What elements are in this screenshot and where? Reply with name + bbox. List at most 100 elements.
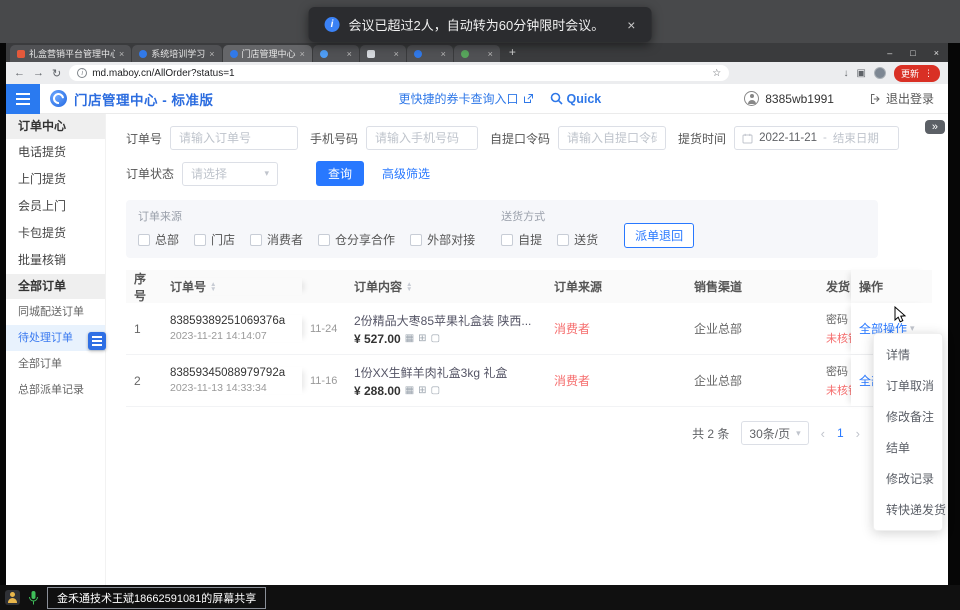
coupon-query-entry-link[interactable]: 更快捷的券卡查询入口 xyxy=(399,90,534,107)
bookmark-star-icon[interactable]: ☆ xyxy=(712,68,721,79)
menu-item-details[interactable]: 详情 xyxy=(874,339,942,370)
order-no-input[interactable] xyxy=(170,126,298,150)
total-count: 共 2 条 xyxy=(692,425,729,442)
tab-close-icon[interactable]: × xyxy=(488,49,493,59)
order-status-select[interactable]: 请选择 ▾ xyxy=(182,162,278,186)
reload-icon[interactable]: ↻ xyxy=(52,67,61,80)
cell-index: 2 xyxy=(126,374,162,388)
sidebar-item-phone-pickup[interactable]: 电话提货 xyxy=(6,139,105,166)
tab-close-icon[interactable]: × xyxy=(347,49,352,59)
sidebar-item-batch-verify[interactable]: 批量核销 xyxy=(6,247,105,274)
sidebar-collapse-toggle[interactable] xyxy=(88,332,106,350)
checkbox-delivery[interactable]: 送货 xyxy=(557,231,598,248)
sidebar-section-order-center: 订单中心 xyxy=(6,114,105,139)
menu-item-edit-remark[interactable]: 修改备注 xyxy=(874,401,942,432)
checkbox-external[interactable]: 外部对接 xyxy=(410,231,475,248)
checkbox-icon[interactable] xyxy=(138,234,150,246)
checkbox-self-pickup[interactable]: 自提 xyxy=(501,231,542,248)
verify-status: 未核销 xyxy=(826,382,851,398)
menu-item-close-order[interactable]: 结单 xyxy=(874,432,942,463)
toast-close-icon[interactable]: × xyxy=(627,17,635,33)
tab-other-4[interactable]: × xyxy=(454,45,500,62)
checkbox-icon[interactable] xyxy=(501,234,513,246)
minimize-button[interactable]: – xyxy=(878,48,901,58)
checkbox-icon[interactable] xyxy=(557,234,569,246)
tab-favicon xyxy=(320,50,328,58)
checkbox-icon[interactable] xyxy=(250,234,262,246)
screen-share-status[interactable]: 金禾通技术王斌18662591081的屏幕共享 xyxy=(47,587,266,609)
menu-item-edit-history[interactable]: 修改记录 xyxy=(874,463,942,494)
checkbox-consumer[interactable]: 消费者 xyxy=(250,231,303,248)
next-page-button[interactable]: › xyxy=(856,426,860,441)
tab-close-icon[interactable]: × xyxy=(394,49,399,59)
tab-close-icon[interactable]: × xyxy=(300,49,305,59)
checkbox-warehouse-share[interactable]: 仓分享合作 xyxy=(318,231,395,248)
delivery-method-group: 送货方式 自提 送货 xyxy=(501,208,598,248)
order-status-label: 订单状态 xyxy=(126,165,174,182)
maximize-button[interactable]: □ xyxy=(901,48,924,58)
profile-avatar[interactable] xyxy=(874,67,886,79)
extensions-icon[interactable]: ▣ xyxy=(857,68,866,79)
tab-close-icon[interactable]: × xyxy=(441,49,446,59)
prev-page-button[interactable]: ‹ xyxy=(821,426,825,441)
current-page[interactable]: 1 xyxy=(837,426,844,440)
tab-other-3[interactable]: × xyxy=(407,45,453,62)
window-controls: – □ × xyxy=(878,43,948,62)
tab-favicon xyxy=(139,50,147,58)
page-size-select[interactable]: 30条/页 ▾ xyxy=(741,421,808,445)
hamburger-menu-button[interactable] xyxy=(6,84,40,114)
checkbox-store[interactable]: 门店 xyxy=(194,231,235,248)
quick-search-button[interactable]: Quick xyxy=(550,92,602,106)
download-icon[interactable]: ↓ xyxy=(844,68,849,79)
tab-store-admin-active[interactable]: 门店管理中心 × xyxy=(223,45,312,62)
tab-other-2[interactable]: × xyxy=(360,45,406,62)
dispatch-return-button[interactable]: 派单退回 xyxy=(624,223,694,248)
menu-item-cancel-order[interactable]: 订单取消 xyxy=(874,370,942,401)
sort-icon[interactable]: ▲▼ xyxy=(210,282,216,292)
username[interactable]: 8385wb1991 xyxy=(765,92,834,106)
sidebar-item-card-pickup[interactable]: 卡包提货 xyxy=(6,220,105,247)
user-avatar-icon xyxy=(744,91,759,106)
back-icon[interactable]: ← xyxy=(14,67,25,79)
checkbox-icon[interactable] xyxy=(410,234,422,246)
close-button[interactable]: × xyxy=(925,48,948,58)
advanced-filter-link[interactable]: 高级筛选 xyxy=(382,165,430,182)
orders-table: 序号 订单号 ▲▼ 订单内容 ▲▼ 订单来源 销售渠道 发货 xyxy=(126,270,932,407)
logout-icon xyxy=(870,93,882,105)
url-bar[interactable]: i md.maboy.cn/AllOrder?status=1 ☆ xyxy=(69,65,729,81)
tab-gift-platform[interactable]: 礼盒营销平台管理中心 × xyxy=(10,45,131,62)
tab-close-icon[interactable]: × xyxy=(209,49,214,59)
header-user-area: 8385wb1991 退出登录 xyxy=(744,90,948,107)
cell-order-source: 消费者 xyxy=(546,372,686,389)
app-title: 门店管理中心 - 标准版 xyxy=(74,89,214,109)
pickup-time-range-picker[interactable]: 2022-11-21 - 结束日期 xyxy=(734,126,899,150)
checkbox-icon[interactable] xyxy=(194,234,206,246)
panel-collapse-icon[interactable]: » xyxy=(925,120,945,134)
tab-close-icon[interactable]: × xyxy=(119,49,124,59)
mouse-cursor xyxy=(894,306,908,323)
sidebar-item-all-orders[interactable]: 全部订单 xyxy=(6,351,105,377)
kebab-menu-icon[interactable]: ⋮ xyxy=(924,68,933,79)
sidebar-item-hq-dispatch-records[interactable]: 总部派单记录 xyxy=(6,377,105,403)
logout-button[interactable]: 退出登录 xyxy=(870,90,934,107)
checkbox-label: 自提 xyxy=(518,231,542,248)
forward-icon[interactable]: → xyxy=(33,67,44,79)
tab-other-1[interactable]: × xyxy=(313,45,359,62)
tab-training[interactable]: 系统培训学习 × xyxy=(132,45,221,62)
menu-item-express-ship[interactable]: 转快递发货 xyxy=(874,494,942,525)
pickup-code-input[interactable] xyxy=(558,126,666,150)
search-button[interactable]: 查询 xyxy=(316,161,364,186)
sort-icon[interactable]: ▲▼ xyxy=(406,282,412,292)
new-tab-button[interactable]: + xyxy=(509,45,516,59)
actions-dropdown-menu: 详情 订单取消 修改备注 结单 修改记录 转快递发货 xyxy=(873,333,943,531)
site-info-icon[interactable]: i xyxy=(77,68,87,78)
sidebar-item-city-delivery-orders[interactable]: 同城配送订单 xyxy=(6,299,105,325)
checkbox-icon[interactable] xyxy=(318,234,330,246)
checkbox-hq[interactable]: 总部 xyxy=(138,231,179,248)
sidebar-item-member-visit[interactable]: 会员上门 xyxy=(6,193,105,220)
cell-delivery-clipped: 密码 未核销 xyxy=(826,363,851,398)
browser-update-button[interactable]: 更新 ⋮ xyxy=(894,65,940,82)
phone-input[interactable] xyxy=(366,126,478,150)
sidebar-item-door-pickup[interactable]: 上门提货 xyxy=(6,166,105,193)
checkbox-label: 门店 xyxy=(211,231,235,248)
